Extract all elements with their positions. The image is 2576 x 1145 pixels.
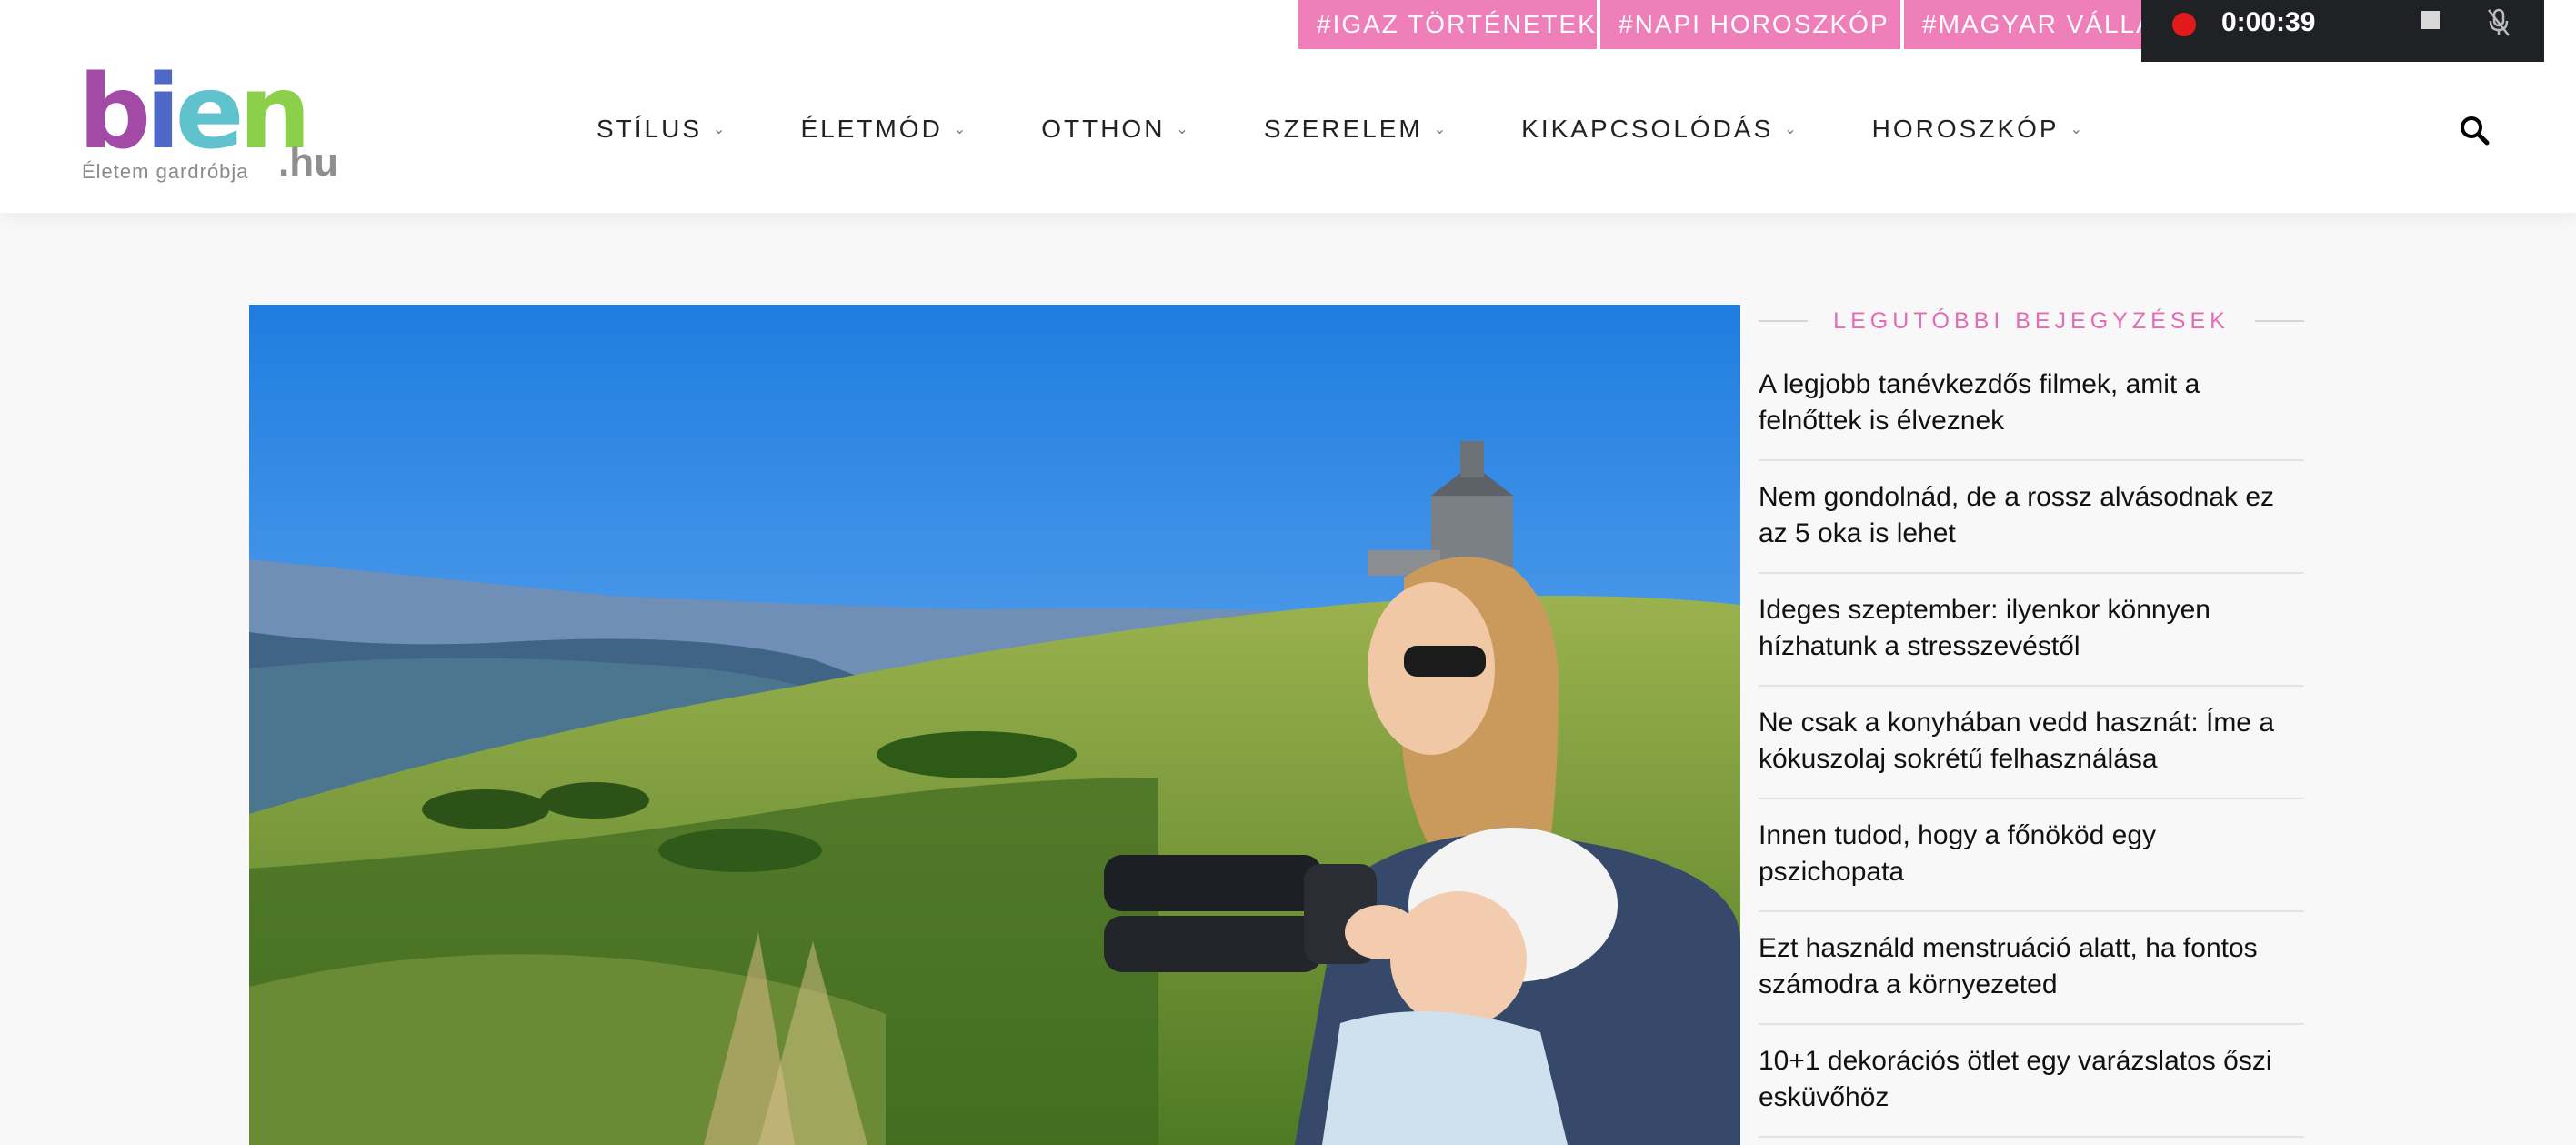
nav-item-label: SZERELEM <box>1263 115 1423 143</box>
chevron-down-icon: ⌄ <box>713 122 728 137</box>
logo-wordmark: bien <box>78 54 311 172</box>
search-icon[interactable] <box>2459 115 2491 147</box>
recent-posts-heading: LEGUTÓBBI BEJEGYZÉSEK <box>1759 305 2304 337</box>
nav-item-label: HOROSZKÓP <box>1871 115 2060 143</box>
featured-image[interactable] <box>249 305 1740 1145</box>
recording-timer: 0:00:39 <box>2221 7 2316 37</box>
record-indicator-icon <box>2172 13 2196 36</box>
nav-item-otthon[interactable]: OTTHON ⌄ <box>1041 115 1191 144</box>
recent-post-link[interactable]: Ne csak a konyhában vedd hasznát: Íme a … <box>1759 687 2304 799</box>
recent-posts-list: A legjobb tanévkezdős filmek, amit a fel… <box>1759 365 2304 1138</box>
recent-post-link[interactable]: Ideges szeptember: ilyenkor könnyen hízh… <box>1759 574 2304 687</box>
screen-recorder-bar: 0:00:39 <box>2141 0 2544 62</box>
nav-item-label: KIKAPCSOLÓDÁS <box>1521 115 1774 143</box>
tag-igaz-tortenetek[interactable]: #IGAZ TÖRTÉNETEK <box>1298 0 1597 49</box>
nav-item-horoszkop[interactable]: HOROSZKÓP ⌄ <box>1872 115 2085 144</box>
tag-napi-horoszkop[interactable]: #NAPI HOROSZKÓP <box>1600 0 1900 49</box>
heading-divider <box>2254 320 2304 322</box>
site-logo[interactable]: bien .hu Életem gardróbja <box>78 62 351 185</box>
chevron-down-icon: ⌄ <box>2070 122 2085 137</box>
nav-item-label: ÉLETMÓD <box>800 115 943 143</box>
chevron-down-icon: ⌄ <box>953 122 969 137</box>
stop-recording-button[interactable] <box>2421 11 2440 29</box>
recent-post-link[interactable]: Nem gondolnád, de a rossz alvásodnak ez … <box>1759 461 2304 574</box>
logo-tagline: Életem gardróbja <box>82 160 249 183</box>
nav-item-eletmod[interactable]: ÉLETMÓD ⌄ <box>800 115 968 144</box>
chevron-down-icon: ⌄ <box>1176 122 1191 137</box>
main-nav: STÍLUS ⌄ ÉLETMÓD ⌄ OTTHON ⌄ SZERELEM ⌄ K… <box>596 115 2158 144</box>
nav-item-stilus[interactable]: STÍLUS ⌄ <box>596 115 727 144</box>
mic-muted-icon[interactable] <box>2485 7 2512 38</box>
heading-divider <box>1759 320 1809 322</box>
chevron-down-icon: ⌄ <box>1433 122 1449 137</box>
nav-item-kikapcsolodas[interactable]: KIKAPCSOLÓDÁS ⌄ <box>1521 115 1799 144</box>
recent-post-link[interactable]: Innen tudod, hogy a főnököd egy pszichop… <box>1759 799 2304 912</box>
recent-post-link[interactable]: Ezt használd menstruáció alatt, ha fonto… <box>1759 912 2304 1025</box>
nav-item-label: OTTHON <box>1041 115 1166 143</box>
logo-tld: .hu <box>278 140 338 185</box>
nav-item-szerelem[interactable]: SZERELEM ⌄ <box>1264 115 1448 144</box>
chevron-down-icon: ⌄ <box>1784 122 1799 137</box>
nav-item-label: STÍLUS <box>596 115 703 143</box>
recent-posts-title: LEGUTÓBBI BEJEGYZÉSEK <box>1833 307 2230 334</box>
recent-post-link[interactable]: 10+1 dekorációs ötlet egy varázslatos ős… <box>1759 1025 2304 1138</box>
recent-posts-sidebar: LEGUTÓBBI BEJEGYZÉSEK A legjobb tanévkez… <box>1759 305 2304 1138</box>
tag-magyar-vallalkozasok[interactable]: #MAGYAR VÁLLA <box>1904 0 2159 49</box>
recent-post-link[interactable]: A legjobb tanévkezdős filmek, amit a fel… <box>1759 365 2304 461</box>
